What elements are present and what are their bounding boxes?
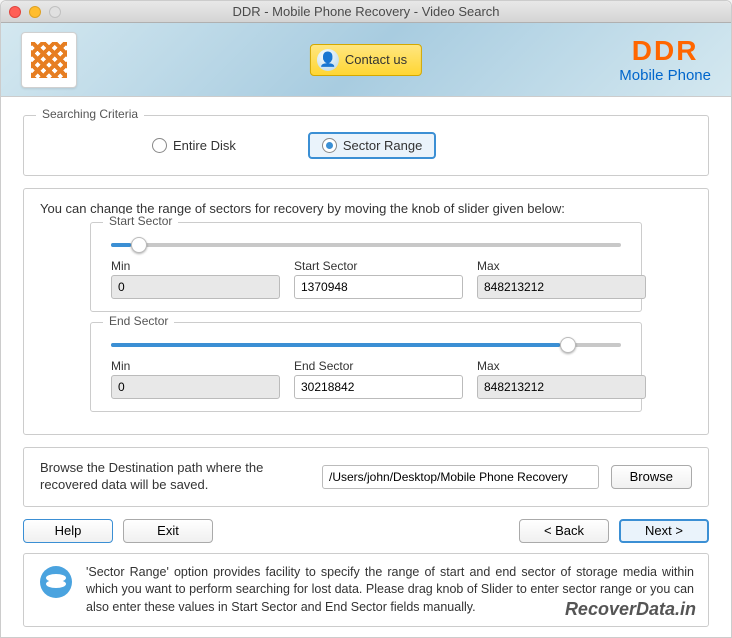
back-button[interactable]: < Back xyxy=(519,519,609,543)
slider-knob-icon[interactable] xyxy=(560,337,576,353)
sector-range-group: You can change the range of sectors for … xyxy=(23,188,709,435)
help-button[interactable]: Help xyxy=(23,519,113,543)
titlebar: DDR - Mobile Phone Recovery - Video Sear… xyxy=(1,1,731,23)
end-sector-field[interactable] xyxy=(294,375,463,399)
destination-group: Browse the Destination path where the re… xyxy=(23,447,709,507)
max-label: Max xyxy=(477,259,646,273)
end-sector-group: End Sector Min End Sector Max xyxy=(90,322,642,412)
min-label: Min xyxy=(111,259,280,273)
info-panel: 'Sector Range' option provides facility … xyxy=(23,553,709,628)
criteria-legend: Searching Criteria xyxy=(36,107,144,121)
window-title: DDR - Mobile Phone Recovery - Video Sear… xyxy=(1,4,731,19)
end-legend: End Sector xyxy=(103,314,174,328)
brand-title: DDR xyxy=(619,35,711,67)
info-icon xyxy=(38,564,74,600)
min-label: Min xyxy=(111,359,280,373)
contact-label: Contact us xyxy=(345,52,407,67)
searching-criteria-group: Searching Criteria Entire Disk Sector Ra… xyxy=(23,115,709,176)
brand-block: DDR Mobile Phone xyxy=(619,35,711,84)
slider-knob-icon[interactable] xyxy=(131,237,147,253)
contact-us-button[interactable]: 👤 Contact us xyxy=(310,44,422,76)
nav-buttons: Help Exit < Back Next > xyxy=(23,519,709,543)
start-sector-field[interactable] xyxy=(294,275,463,299)
radio-label: Sector Range xyxy=(343,138,423,153)
radio-icon xyxy=(322,138,337,153)
criteria-radio-row: Entire Disk Sector Range xyxy=(40,128,692,163)
start-min-field xyxy=(111,275,280,299)
exit-button[interactable]: Exit xyxy=(123,519,213,543)
person-icon: 👤 xyxy=(317,49,339,71)
max-label: Max xyxy=(477,359,646,373)
app-logo xyxy=(21,32,77,88)
radio-label: Entire Disk xyxy=(173,138,236,153)
radio-icon xyxy=(152,138,167,153)
radio-sector-range[interactable]: Sector Range xyxy=(308,132,437,159)
start-legend: Start Sector xyxy=(103,214,178,228)
start-val-label: Start Sector xyxy=(294,259,463,273)
end-val-label: End Sector xyxy=(294,359,463,373)
start-max-field xyxy=(477,275,646,299)
brand-subtitle: Mobile Phone xyxy=(619,67,711,84)
end-sector-slider[interactable] xyxy=(111,343,621,347)
browse-button[interactable]: Browse xyxy=(611,465,692,489)
end-max-field xyxy=(477,375,646,399)
start-sector-slider[interactable] xyxy=(111,243,621,247)
app-window: DDR - Mobile Phone Recovery - Video Sear… xyxy=(0,0,732,638)
browse-label: Browse the Destination path where the re… xyxy=(40,460,310,494)
content-area: Searching Criteria Entire Disk Sector Ra… xyxy=(1,97,731,637)
next-button[interactable]: Next > xyxy=(619,519,709,543)
header-banner: 👤 Contact us DDR Mobile Phone xyxy=(1,23,731,97)
end-min-field xyxy=(111,375,280,399)
start-sector-group: Start Sector Min Start Sector Max xyxy=(90,222,642,312)
destination-path-field[interactable] xyxy=(322,465,599,489)
radio-entire-disk[interactable]: Entire Disk xyxy=(140,134,248,157)
watermark: RecoverData.in xyxy=(565,599,696,620)
